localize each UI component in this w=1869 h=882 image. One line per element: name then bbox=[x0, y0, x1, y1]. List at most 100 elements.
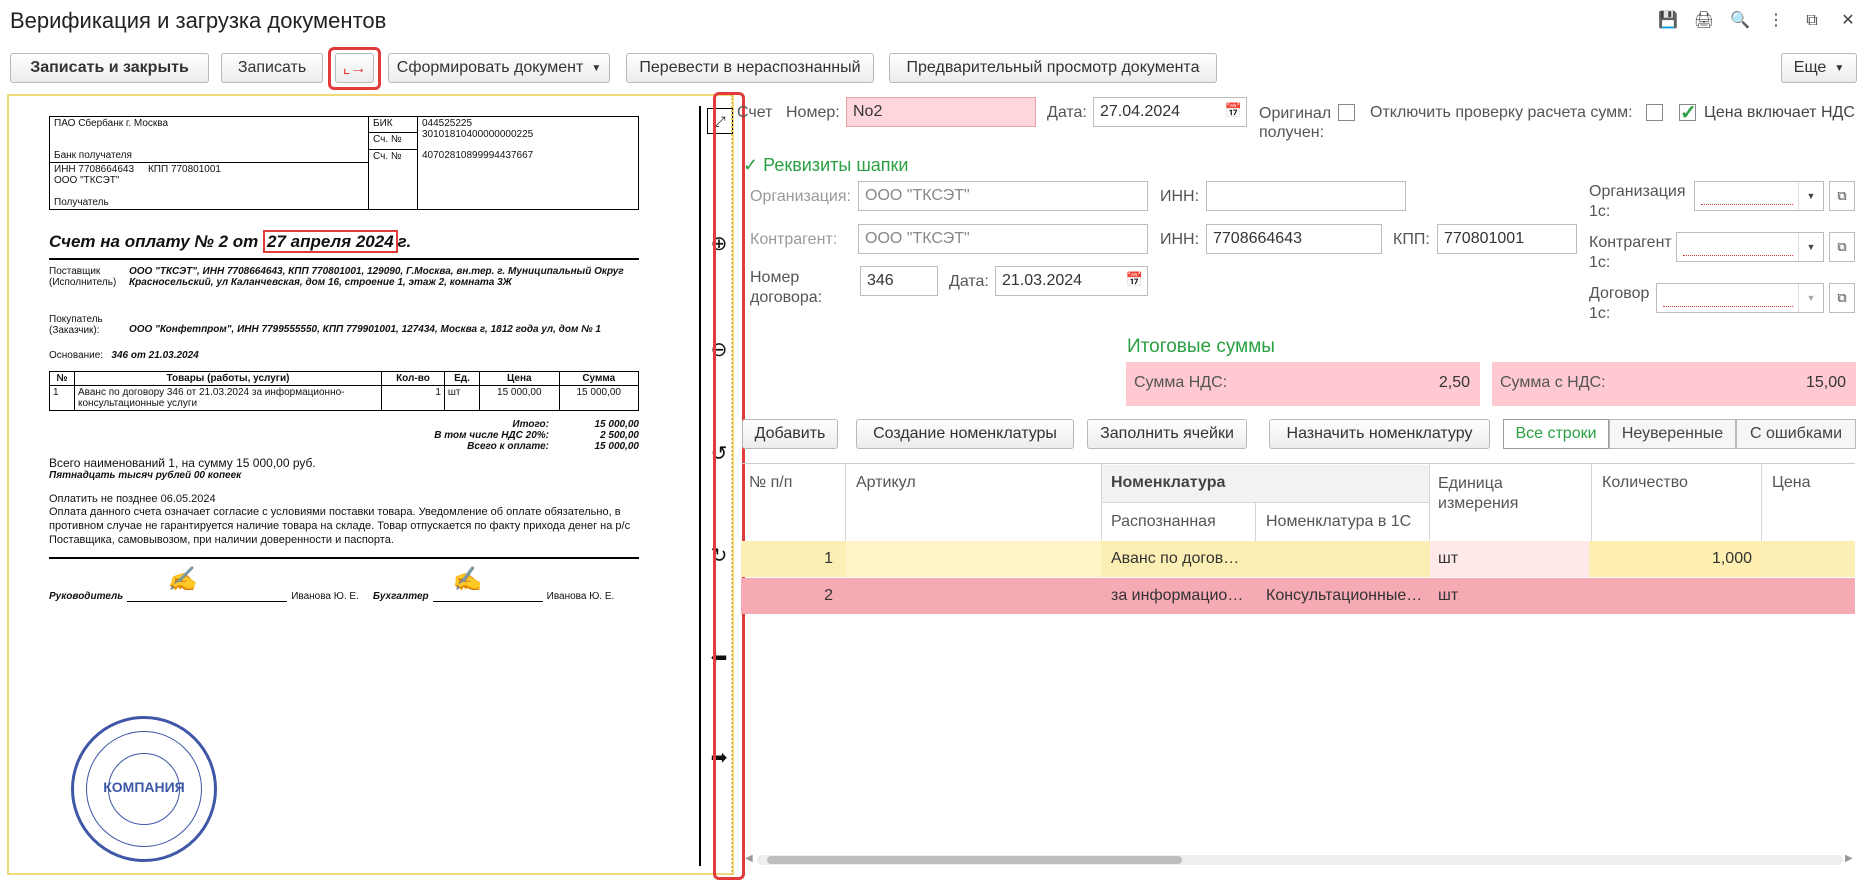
save-label: Записать bbox=[237, 59, 307, 76]
preview-button[interactable]: Предварительный просмотр документа bbox=[889, 53, 1217, 83]
assign-nomenclature-button[interactable]: Назначить номенклатуру bbox=[1269, 419, 1490, 449]
header-article[interactable]: Артикул bbox=[856, 474, 916, 492]
tab-unsure-label: Неуверенные bbox=[1621, 425, 1724, 442]
cp-kpp-label: КПП: bbox=[1393, 231, 1430, 248]
scrollbar-thumb[interactable] bbox=[767, 856, 1182, 864]
date-field[interactable]: 27.04.2024 bbox=[1093, 97, 1247, 127]
items-table[interactable]: № п/п Артикул Номенклатура Распознанная … bbox=[741, 463, 1855, 874]
tab-all-rows[interactable]: Все строки bbox=[1503, 419, 1609, 449]
org1c-select[interactable]: ▼ bbox=[1694, 181, 1824, 211]
header-unit[interactable]: Единица измерения bbox=[1438, 474, 1558, 514]
totals-section-title: Итоговые суммы bbox=[1127, 336, 1275, 357]
tab-unsure[interactable]: Неуверенные bbox=[1609, 419, 1736, 449]
recipient: ООО "ТКСЭТ" bbox=[54, 175, 120, 186]
table-row[interactable]: 2 за информацио… Консультационные… шт bbox=[741, 578, 1855, 614]
preview-icon[interactable]: 🔍 bbox=[1729, 10, 1751, 32]
more-vert-icon[interactable]: ⋮ bbox=[1765, 10, 1787, 32]
vat-sum-label: Сумма НДС: bbox=[1134, 374, 1228, 391]
counterparty-field[interactable]: ООО "ТКСЭТ" bbox=[858, 224, 1148, 254]
cell-unit[interactable]: шт bbox=[1438, 550, 1458, 568]
create-nomenclature-button[interactable]: Создание номенклатуры bbox=[856, 419, 1074, 449]
org-field[interactable]: ООО "ТКСЭТ" bbox=[858, 181, 1148, 211]
required-underline bbox=[1701, 204, 1793, 205]
contract-no-field[interactable]: 346 bbox=[860, 266, 938, 296]
org1c-label: Организация 1с: bbox=[1589, 183, 1686, 220]
header-nomenclature[interactable]: Номенклатура bbox=[1111, 474, 1225, 492]
kpp-label: КПП bbox=[147, 164, 169, 175]
restore-icon[interactable]: ⧉ bbox=[1801, 10, 1823, 32]
sum-with-vat-value: 15,00 bbox=[1805, 374, 1846, 391]
save-close-button[interactable]: Записать и закрыть bbox=[10, 53, 209, 83]
goods-row: 1 Аванс по договору 346 от 21.03.2024 за… bbox=[49, 385, 640, 411]
cp-kpp-field[interactable]: 770801001 bbox=[1437, 224, 1577, 254]
doc-type-label: Счет bbox=[737, 104, 773, 121]
price-vat-checkbox[interactable] bbox=[1679, 100, 1697, 125]
invoice-title-prefix: Счет на оплату № 2 от bbox=[49, 232, 259, 251]
header-num[interactable]: № п/п bbox=[749, 474, 792, 492]
save-button[interactable]: Записать bbox=[221, 53, 323, 83]
sum-with-vat-label: Сумма с НДС: bbox=[1500, 374, 1606, 391]
cell-recognized[interactable]: за информацио… bbox=[1111, 587, 1251, 605]
header-price[interactable]: Цена bbox=[1772, 474, 1810, 492]
goods-cell: 1 bbox=[381, 385, 445, 411]
contract-date-label: Дата: bbox=[949, 273, 989, 290]
header-section-label: Реквизиты шапки bbox=[763, 155, 909, 175]
horizontal-scrollbar[interactable] bbox=[757, 855, 1843, 865]
header-qty[interactable]: Количество bbox=[1602, 474, 1688, 492]
cp1c-open-button[interactable]: ⧉ bbox=[1829, 232, 1855, 262]
date-label: Дата: bbox=[1047, 104, 1087, 121]
number-field[interactable]: No2 bbox=[846, 97, 1036, 127]
scroll-left-icon[interactable]: ◀ bbox=[745, 853, 753, 864]
tab-errors-label: С ошибками bbox=[1749, 425, 1843, 442]
disable-check-checkbox[interactable] bbox=[1646, 104, 1663, 121]
required-underline bbox=[1683, 255, 1793, 256]
open-window-icon: ⧉ bbox=[1837, 290, 1847, 305]
contract-date-field[interactable]: 21.03.2024 bbox=[995, 266, 1148, 296]
cell-num: 1 bbox=[824, 550, 833, 567]
cell-qty[interactable]: 1,000 bbox=[1592, 550, 1752, 568]
cp1c-select[interactable]: ▼ bbox=[1676, 232, 1824, 262]
col-divider bbox=[1429, 464, 1430, 542]
vat: 2 500,00 bbox=[600, 430, 639, 441]
cell-nom-1c[interactable]: Консультационные… bbox=[1266, 587, 1424, 605]
org-inn-field[interactable] bbox=[1206, 181, 1406, 211]
add-row-button[interactable]: Добавить bbox=[742, 419, 838, 449]
invoice-date-highlight: 27 апреля 2024 bbox=[263, 230, 398, 253]
original-checkbox[interactable] bbox=[1338, 104, 1355, 121]
open-window-icon: ⧉ bbox=[1837, 188, 1847, 203]
vat-label: В том числе НДС 20%: bbox=[434, 430, 549, 441]
vat-sum-box: Сумма НДС: 2,50 bbox=[1126, 362, 1480, 406]
basis-block: Основание: 346 от 21.03.2024 bbox=[49, 350, 639, 361]
cell-recognized[interactable]: Аванс по догов… bbox=[1111, 550, 1251, 568]
cp-inn-field[interactable]: 7708664643 bbox=[1206, 224, 1382, 254]
contract1c-select[interactable]: ▼ bbox=[1656, 283, 1824, 313]
more-label: Еще bbox=[1793, 59, 1827, 76]
total: 15 000,00 bbox=[594, 419, 640, 430]
tab-errors[interactable]: С ошибками bbox=[1736, 419, 1856, 449]
cp-inn-label: ИНН: bbox=[1160, 231, 1200, 248]
sum-with-vat-box: Сумма с НДС: 15,00 bbox=[1492, 362, 1856, 406]
save-icon[interactable]: 💾 bbox=[1657, 10, 1679, 32]
print-icon[interactable]: 🖨 bbox=[1693, 10, 1715, 32]
window-title: Верификация и загрузка документов bbox=[10, 8, 387, 33]
supplier-label: Поставщик (Исполнитель) bbox=[49, 266, 117, 288]
scroll-right-icon[interactable]: ▶ bbox=[1845, 853, 1853, 864]
close-icon[interactable]: ✕ bbox=[1837, 10, 1859, 32]
more-button[interactable]: Еще ▼ bbox=[1781, 53, 1857, 83]
document-preview[interactable]: ПАО Сбербанк г. Москва БИК 044525225 3010… bbox=[7, 94, 734, 875]
goods-header-cell: Товары (работы, услуги) bbox=[74, 371, 382, 386]
org1c-open-button[interactable]: ⧉ bbox=[1829, 181, 1855, 211]
form-document-button[interactable]: Сформировать документ ▼ bbox=[388, 53, 610, 83]
table-row[interactable]: 1 Аванс по догов… шт 1,000 bbox=[741, 541, 1855, 577]
header-nom-1c[interactable]: Номенклатура в 1С bbox=[1266, 513, 1411, 531]
contract1c-open-button[interactable]: ⧉ bbox=[1829, 283, 1855, 313]
invoice-title-suffix: г. bbox=[397, 232, 412, 251]
selection-tool-button[interactable]: ⌞→ bbox=[335, 53, 374, 83]
add-row-label: Добавить bbox=[754, 425, 826, 442]
header-recognized[interactable]: Распознанная bbox=[1111, 513, 1216, 531]
to-unrecognized-button[interactable]: Перевести в нераспознанный bbox=[626, 53, 874, 83]
fill-cells-button[interactable]: Заполнить ячейки bbox=[1087, 419, 1247, 449]
header-section-toggle[interactable]: ✓ Реквизиты шапки bbox=[743, 155, 908, 176]
cell-unit[interactable]: шт bbox=[1438, 587, 1458, 605]
goods-cell: 1 bbox=[49, 385, 75, 411]
